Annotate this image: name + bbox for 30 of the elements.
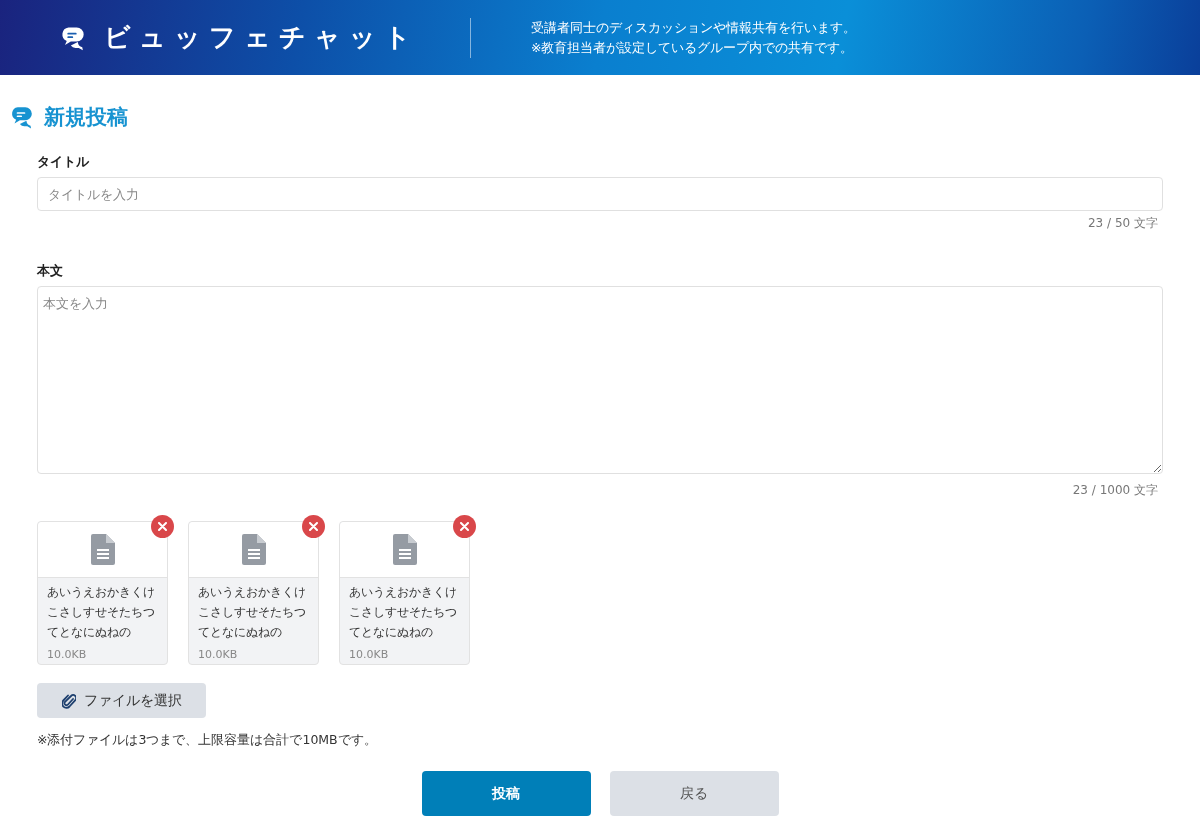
body-textarea[interactable]: 本文を入力 <box>37 286 1163 474</box>
back-button[interactable]: 戻る <box>609 771 779 816</box>
file-size: 10.0KB <box>348 647 390 661</box>
page-title: 新規投稿 <box>44 104 128 131</box>
close-icon <box>309 522 318 531</box>
file-name: あいうえおかきくけこさしすせそたちつてとなにぬねの <box>348 584 458 641</box>
post-button[interactable]: 投稿 <box>421 771 591 816</box>
header-description: ※教育担当者が設定しているグループ内での共有です。 <box>531 38 855 57</box>
file-size: 10.0KB <box>197 647 239 661</box>
paperclip-icon <box>61 692 76 709</box>
file-size: 10.0KB <box>46 647 88 661</box>
character-counter: 23 / 50 文字 <box>1087 215 1158 232</box>
document-icon <box>90 534 115 565</box>
attachment-note: ※添付ファイルは3つまで、上限容量は合計で10MBです。 <box>37 732 378 749</box>
close-icon <box>460 522 469 531</box>
close-icon <box>158 522 167 531</box>
document-icon <box>241 534 266 565</box>
title-input[interactable]: タイトルを入力 <box>37 177 1163 211</box>
field-label: 本文 <box>37 262 64 280</box>
field-label: タイトル <box>37 153 90 171</box>
remove-button[interactable] <box>302 515 325 538</box>
file-name: あいうえおかきくけこさしすせそたちつてとなにぬねの <box>46 584 156 641</box>
remove-button[interactable] <box>151 515 174 538</box>
choose-file-button[interactable]: ファイルを選択 <box>37 683 206 718</box>
header-description: 受講者同士のディスカッションや情報共有を行います。 <box>531 18 856 37</box>
document-icon <box>392 534 417 565</box>
remove-button[interactable] <box>453 515 476 538</box>
app-name: ビュッフェチャット <box>104 21 419 54</box>
file-name: あいうえおかきくけこさしすせそたちつてとなにぬねの <box>197 584 307 641</box>
character-counter: 23 / 1000 文字 <box>1072 482 1158 499</box>
